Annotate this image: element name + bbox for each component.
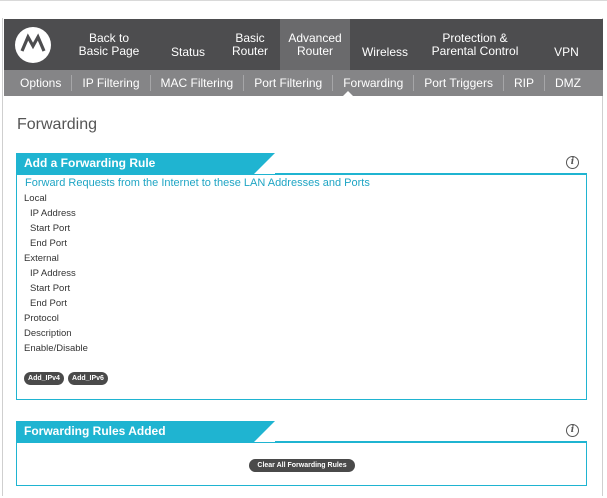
nav-wireless[interactable]: Wireless bbox=[350, 19, 420, 70]
label-description: Description bbox=[24, 328, 72, 339]
label-external-end-port: End Port bbox=[30, 298, 67, 309]
label-enable-disable: Enable/Disable bbox=[24, 343, 88, 354]
top-divider bbox=[0, 0, 607, 1]
label-local-ip: IP Address bbox=[30, 208, 76, 219]
subnav-mac-filtering[interactable]: MAC Filtering bbox=[149, 75, 244, 91]
clear-all-forwarding-rules-button[interactable]: Clear All Forwarding Rules bbox=[249, 459, 355, 472]
label-external: External bbox=[24, 253, 59, 264]
rules-added-header-tab-icon bbox=[254, 421, 275, 442]
nav-back-to-basic[interactable]: Back to Basic Page bbox=[62, 19, 156, 70]
rules-added-info-icon[interactable]: i bbox=[566, 424, 579, 437]
add-rule-panel-title: Add a Forwarding Rule bbox=[24, 156, 156, 170]
sub-nav: Options IP Filtering MAC Filtering Port … bbox=[4, 70, 603, 96]
subnav-options[interactable]: Options bbox=[12, 75, 71, 91]
label-local: Local bbox=[24, 193, 47, 204]
add-ipv6-button[interactable]: Add_IPv6 bbox=[68, 372, 108, 385]
subnav-rip[interactable]: RIP bbox=[502, 75, 544, 91]
rules-added-panel-title: Forwarding Rules Added bbox=[24, 424, 166, 438]
label-external-ip: IP Address bbox=[30, 268, 76, 279]
page-title: Forwarding bbox=[17, 116, 98, 133]
motorola-logo-icon[interactable] bbox=[15, 26, 51, 63]
add-rule-panel-body: Forward Requests from the Internet to th… bbox=[16, 174, 587, 400]
main-nav: Back to Basic Page Status Basic Router Adv… bbox=[4, 19, 603, 70]
nav-status[interactable]: Status bbox=[156, 19, 220, 70]
add-rule-intro-text: Forward Requests from the Internet to th… bbox=[25, 177, 370, 189]
subnav-forwarding[interactable]: Forwarding bbox=[332, 75, 413, 91]
add-rule-panel-header: Add a Forwarding Rule bbox=[16, 153, 587, 174]
add-ipv4-button[interactable]: Add_IPv4 bbox=[24, 372, 64, 385]
nav-vpn[interactable]: VPN bbox=[530, 19, 603, 70]
subnav-port-triggers[interactable]: Port Triggers bbox=[413, 75, 503, 91]
label-local-end-port: End Port bbox=[30, 238, 67, 249]
subnav-dmz[interactable]: DMZ bbox=[543, 75, 591, 91]
add-rule-header-tab-icon bbox=[254, 153, 275, 174]
nav-protection-parental[interactable]: Protection & Parental Control bbox=[420, 19, 530, 70]
label-external-start-port: Start Port bbox=[30, 283, 71, 294]
nav-advanced-router[interactable]: Advanced Router bbox=[280, 19, 350, 70]
active-tab-caret-icon bbox=[342, 91, 354, 97]
nav-basic-router[interactable]: Basic Router bbox=[220, 19, 280, 70]
rules-added-panel-header: Forwarding Rules Added bbox=[16, 421, 587, 442]
add-rule-info-icon[interactable]: i bbox=[566, 156, 579, 169]
subnav-port-filtering[interactable]: Port Filtering bbox=[243, 75, 332, 91]
label-local-start-port: Start Port bbox=[30, 223, 71, 234]
label-protocol: Protocol bbox=[24, 313, 59, 324]
logo-cell bbox=[4, 19, 62, 70]
rules-added-panel-body: Clear All Forwarding Rules bbox=[16, 442, 587, 486]
subnav-ip-filtering[interactable]: IP Filtering bbox=[71, 75, 149, 91]
